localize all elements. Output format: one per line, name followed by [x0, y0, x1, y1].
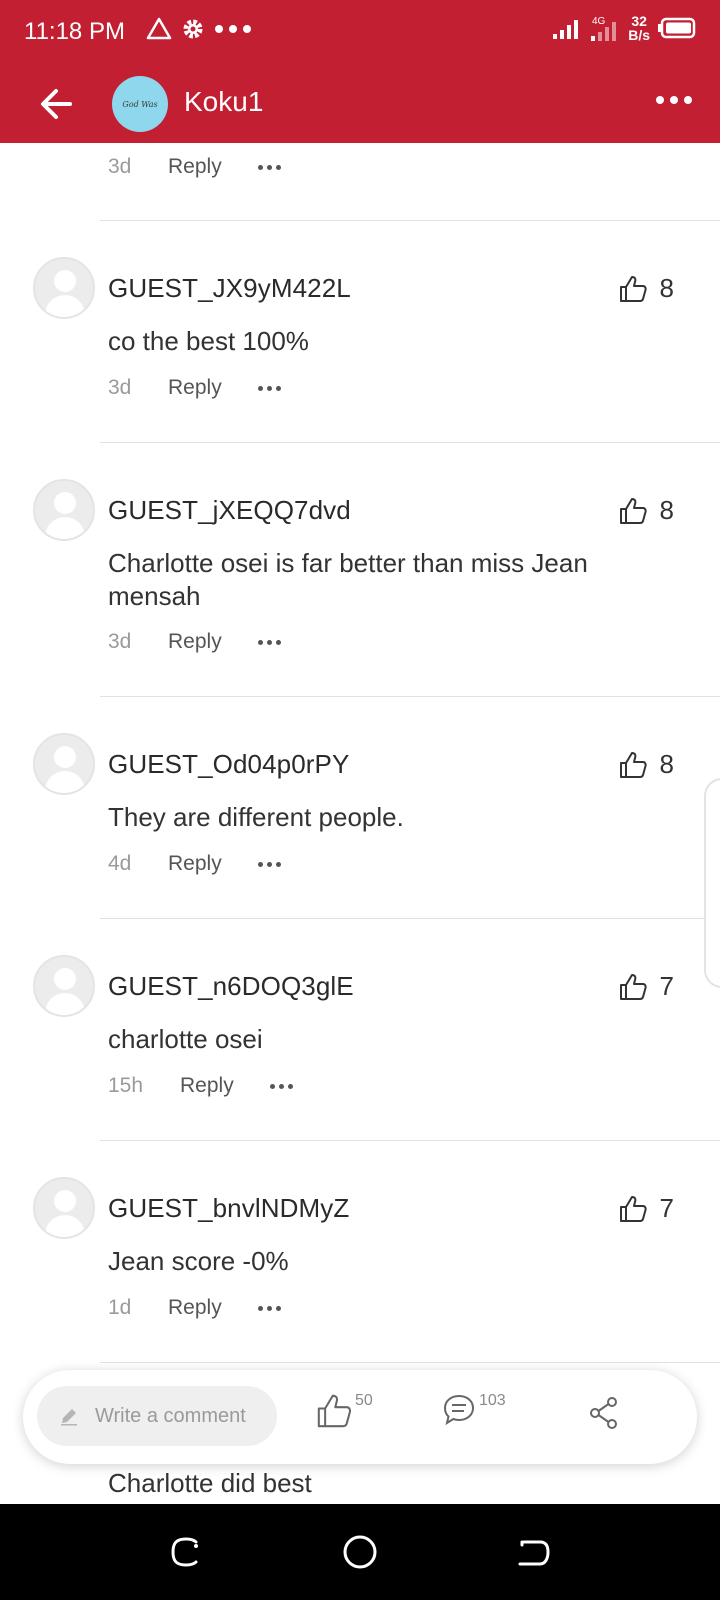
network-speed: 32 B/s: [628, 14, 650, 42]
status-time: 11:18 PM: [24, 18, 125, 45]
list-item: GUEST_bnvlNDMyZ 7 Jean score -0% 1d Repl…: [0, 1141, 720, 1363]
status-notification-icons: [146, 16, 254, 42]
list-item: GUEST_jXEQQ7dvd 8 Charlotte osei is far …: [0, 443, 720, 697]
signal-icon: [553, 20, 579, 39]
comment-text: charlotte osei: [108, 1024, 263, 1054]
nav-recents-icon[interactable]: [166, 1532, 206, 1572]
comment-more-icon[interactable]: [257, 861, 281, 867]
like-count: 7: [659, 971, 674, 1001]
more-icon[interactable]: [656, 96, 692, 104]
comment-more-icon[interactable]: [257, 385, 281, 391]
like-button[interactable]: 8: [618, 495, 674, 526]
list-item: GUEST_Od04p0rPY 8 They are different peo…: [0, 697, 720, 919]
comment-text: co the best 100%: [108, 326, 309, 356]
channel-avatar[interactable]: God Was: [112, 76, 168, 132]
page-title[interactable]: Koku1: [184, 86, 263, 118]
avatar[interactable]: [33, 479, 95, 541]
warning-triangle-icon: [146, 17, 172, 40]
channel-avatar-logo-text: God Was: [122, 99, 158, 109]
comment-bubble-icon: [443, 1394, 475, 1426]
comment-text: Charlotte osei is far better than miss J…: [108, 548, 588, 611]
nav-home-icon[interactable]: [340, 1532, 380, 1572]
comment-more-icon[interactable]: [257, 164, 281, 170]
comment-text: They are different people.: [108, 802, 404, 832]
comment-time: 3d: [108, 630, 132, 653]
comment-time: 1d: [108, 1296, 132, 1319]
thumbs-up-icon: [619, 751, 647, 778]
comments-screen: 11:18 PM 4G 32 B/s God Was Koku1 3d Repl…: [0, 0, 720, 1600]
nav-back-icon[interactable]: [514, 1532, 554, 1572]
like-count: 8: [659, 749, 674, 779]
network-speed-unit: B/s: [628, 27, 650, 43]
post-like-count: 50: [355, 1392, 373, 1409]
comment-author[interactable]: GUEST_JX9yM422L: [108, 273, 351, 304]
battery-icon: [658, 17, 696, 39]
like-button[interactable]: 7: [618, 1193, 674, 1224]
comment-time: 3d: [108, 376, 132, 399]
edit-pencil-icon: [61, 1409, 77, 1426]
comment-author[interactable]: GUEST_bnvlNDMyZ: [108, 1193, 349, 1224]
like-post-button[interactable]: 50: [315, 1392, 373, 1430]
comment-more-icon[interactable]: [257, 1305, 281, 1311]
thumbs-up-icon: [619, 1195, 647, 1222]
like-button[interactable]: 7: [618, 971, 674, 1002]
comment-meta: 3d Reply: [108, 155, 281, 179]
comment-time: 4d: [108, 852, 132, 875]
comment-more-icon[interactable]: [257, 639, 281, 645]
reply-button[interactable]: Reply: [168, 155, 222, 179]
thumbs-up-icon: [619, 973, 647, 1000]
avatar[interactable]: [33, 733, 95, 795]
comment-text: Charlotte did best: [108, 1468, 312, 1498]
svg-text:4G: 4G: [592, 16, 606, 27]
comment-meta: 3d Reply: [108, 376, 281, 400]
write-comment-placeholder: Write a comment: [95, 1404, 246, 1427]
comment-author[interactable]: GUEST_n6DOQ3glE: [108, 971, 354, 1002]
like-count: 8: [659, 495, 674, 525]
share-button[interactable]: [589, 1396, 619, 1430]
comment-meta: 1d Reply: [108, 1296, 281, 1320]
post-comment-count: 103: [479, 1392, 506, 1409]
avatar[interactable]: [33, 257, 95, 319]
reply-button[interactable]: Reply: [168, 376, 222, 400]
side-pull-tab[interactable]: [704, 778, 720, 988]
status-system-icons: 4G 32 B/s: [552, 14, 696, 42]
reply-button[interactable]: Reply: [180, 1074, 234, 1098]
comment-action-bar: Write a comment 50 103: [23, 1370, 697, 1464]
comment-meta: 4d Reply: [108, 852, 281, 876]
comment-time: 3d: [108, 155, 132, 178]
gear-icon: [183, 19, 203, 39]
share-icon: [590, 1397, 617, 1429]
like-button[interactable]: 8: [618, 749, 674, 780]
reply-button[interactable]: Reply: [168, 1296, 222, 1320]
comment-more-icon[interactable]: [269, 1083, 293, 1089]
like-button[interactable]: 8: [618, 273, 674, 304]
signal-4g-icon: 4G: [591, 16, 617, 41]
avatar[interactable]: [33, 1177, 95, 1239]
thumbs-up-icon: [619, 275, 647, 302]
comments-button[interactable]: 103: [441, 1392, 506, 1428]
comment-text: Jean score -0%: [108, 1246, 289, 1276]
comment-meta: 15h Reply: [108, 1074, 293, 1098]
system-navigation-bar: [0, 1504, 720, 1600]
reply-button[interactable]: Reply: [168, 630, 222, 654]
like-count: 7: [659, 1193, 674, 1223]
like-count: 8: [659, 273, 674, 303]
thumbs-up-icon: [619, 497, 647, 524]
comment-author[interactable]: GUEST_Od04p0rPY: [108, 749, 349, 780]
network-speed-value: 32: [631, 13, 647, 29]
avatar[interactable]: [33, 955, 95, 1017]
comment-author[interactable]: GUEST_jXEQQ7dvd: [108, 495, 351, 526]
top-bar: 11:18 PM 4G 32 B/s God Was Koku1: [0, 0, 720, 143]
comment-time: 15h: [108, 1074, 144, 1097]
list-item: GUEST_JX9yM422L 8 co the best 100% 3d Re…: [0, 221, 720, 443]
comment-meta: 3d Reply: [108, 630, 281, 654]
list-item: 3d Reply: [0, 143, 720, 221]
write-comment-input[interactable]: Write a comment: [37, 1386, 277, 1446]
list-item: GUEST_n6DOQ3glE 7 charlotte osei 15h Rep…: [0, 919, 720, 1141]
back-arrow-icon[interactable]: [36, 84, 76, 124]
thumbs-up-icon: [317, 1394, 351, 1428]
more-notifications-icon: [215, 25, 251, 33]
reply-button[interactable]: Reply: [168, 852, 222, 876]
